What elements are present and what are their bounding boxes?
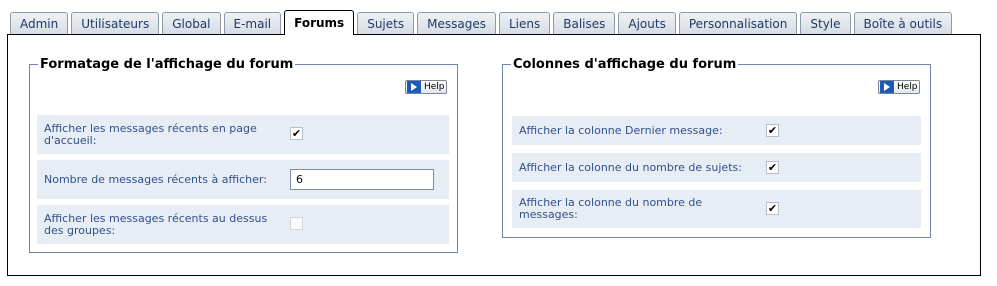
show-recent-on-home-checkbox[interactable]: ✔ bbox=[290, 127, 303, 140]
play-arrow-icon bbox=[880, 81, 894, 93]
message-count-column-checkbox[interactable]: ✔ bbox=[766, 202, 779, 215]
tab-messages[interactable]: Messages bbox=[417, 12, 496, 35]
forum-display-format-title: Formatage de l'affichage du forum bbox=[40, 57, 294, 72]
help-button-label: Help bbox=[424, 82, 445, 92]
tab-utilisateurs[interactable]: Utilisateurs bbox=[71, 12, 160, 35]
row-message-count-column: Afficher la colonne du nombre de message… bbox=[512, 190, 921, 228]
row-topic-count-column: Afficher la colonne du nombre de sujets:… bbox=[512, 153, 921, 182]
tab-balises[interactable]: Balises bbox=[553, 12, 616, 35]
help-button-label: Help bbox=[897, 82, 918, 92]
recent-count-input[interactable] bbox=[290, 169, 434, 190]
message-count-column-label: Afficher la colonne du nombre de message… bbox=[519, 196, 703, 221]
topic-count-column-checkbox[interactable]: ✔ bbox=[766, 161, 779, 174]
help-button-format[interactable]: Help bbox=[405, 80, 447, 94]
forum-display-format-group: Formatage de l'affichage du forum Help A… bbox=[29, 57, 458, 253]
last-message-column-label: Afficher la colonne Dernier message: bbox=[519, 123, 723, 137]
forum-display-columns-group: Colonnes d'affichage du forum Help Affic… bbox=[502, 57, 931, 238]
row-show-recent-on-home: Afficher les messages récents en page d'… bbox=[37, 115, 449, 154]
tab-forums[interactable]: Forums bbox=[284, 10, 355, 35]
tab-e-mail[interactable]: E-mail bbox=[223, 12, 282, 35]
tab-boite-a-outils[interactable]: Boîte à outils bbox=[853, 12, 953, 35]
recent-above-groups-checkbox[interactable] bbox=[290, 217, 303, 230]
row-recent-count: Nombre de messages récents à afficher: bbox=[37, 160, 449, 199]
tab-admin[interactable]: Admin bbox=[10, 12, 69, 35]
recent-above-groups-label: Afficher les messages récents au dessus … bbox=[44, 211, 268, 237]
row-last-message-column: Afficher la colonne Dernier message: ✔ bbox=[512, 116, 921, 145]
play-arrow-icon bbox=[407, 81, 421, 93]
recent-count-label: Nombre de messages récents à afficher: bbox=[44, 172, 267, 186]
tab-liens[interactable]: Liens bbox=[498, 12, 551, 35]
tab-ajouts[interactable]: Ajouts bbox=[618, 12, 676, 35]
show-recent-on-home-label: Afficher les messages récents en page d'… bbox=[44, 121, 257, 147]
last-message-column-checkbox[interactable]: ✔ bbox=[766, 124, 779, 137]
row-recent-above-groups: Afficher les messages récents au dessus … bbox=[37, 205, 449, 244]
topic-count-column-label: Afficher la colonne du nombre de sujets: bbox=[519, 160, 742, 174]
tab-bar: Admin Utilisateurs Global E-mail Forums … bbox=[10, 10, 955, 35]
forums-settings-panel: Formatage de l'affichage du forum Help A… bbox=[7, 34, 981, 276]
tab-personnalisation[interactable]: Personnalisation bbox=[678, 12, 798, 35]
tab-sujets[interactable]: Sujets bbox=[357, 12, 415, 35]
forum-display-columns-title: Colonnes d'affichage du forum bbox=[513, 57, 737, 72]
help-button-columns[interactable]: Help bbox=[878, 80, 920, 94]
tab-style[interactable]: Style bbox=[800, 12, 851, 35]
tab-global[interactable]: Global bbox=[162, 12, 221, 35]
